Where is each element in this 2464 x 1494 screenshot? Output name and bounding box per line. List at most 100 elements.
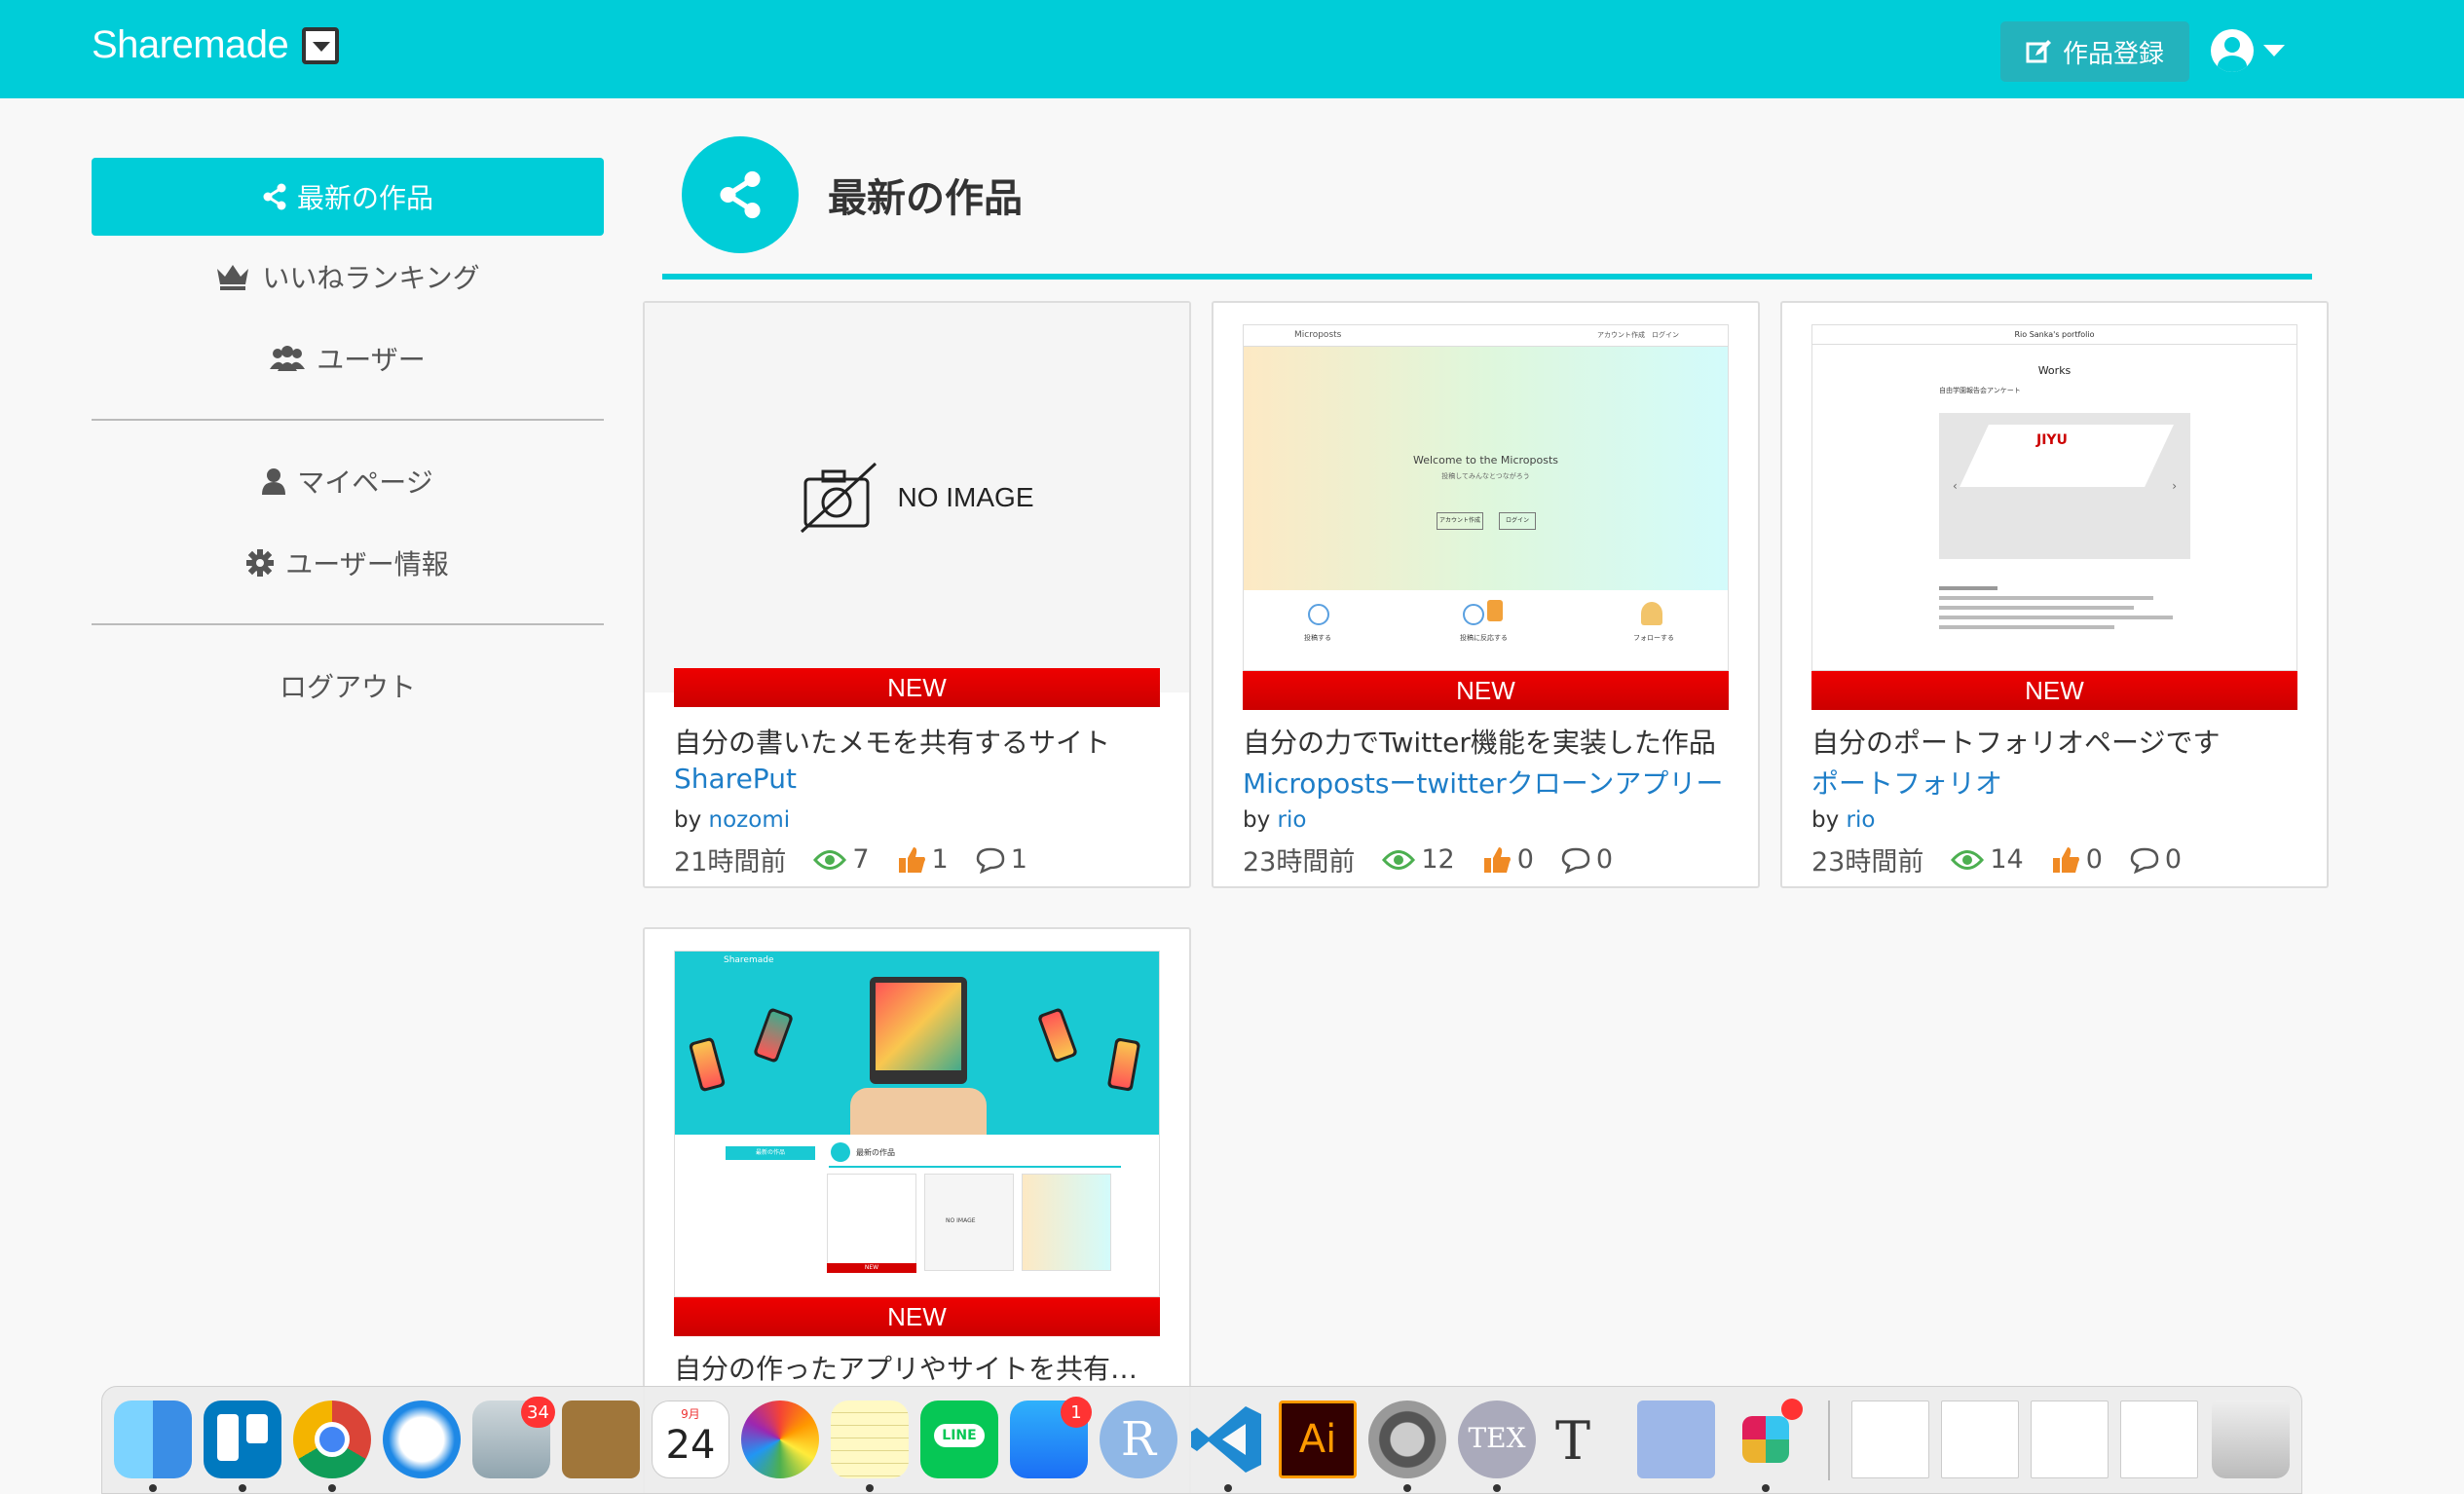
- work-card[interactable]: Microposts アカウント作成 ログイン Welcome to the M…: [1212, 301, 1760, 888]
- work-stats: 23時間前 12 0 0: [1243, 840, 1613, 878]
- notification-badge: 1: [1061, 1397, 1092, 1428]
- shot-feature: 投稿する: [1304, 634, 1331, 642]
- work-description: 自分の作ったアプリやサイトを共有…: [674, 1353, 1139, 1385]
- sidebar-item-latest[interactable]: 最新の作品: [92, 158, 604, 236]
- texshop-icon[interactable]: T: [1548, 1401, 1625, 1478]
- comment-count: 0: [1595, 844, 1614, 875]
- chrome-icon[interactable]: [293, 1401, 371, 1478]
- shot-hero-sub: 投稿してみんなとつながろう: [1441, 472, 1530, 480]
- like-count: 1: [931, 844, 949, 875]
- no-image-label: NO IMAGE: [897, 482, 1034, 512]
- posted-time: 23時間前: [1811, 847, 1924, 878]
- sidebar-item-label: ユーザー情報: [285, 548, 449, 580]
- author-link[interactable]: nozomi: [709, 807, 791, 833]
- tex2img-icon[interactable]: [1637, 1401, 1715, 1478]
- sidebar-item-label: 最新の作品: [296, 182, 433, 214]
- page-header: 最新の作品: [682, 136, 1023, 253]
- tex-label: TEX: [1468, 1422, 1526, 1454]
- divider: [92, 419, 604, 421]
- by-label: by: [1243, 807, 1271, 833]
- work-thumbnail: Rio Sanka's portfolio Works 自由学園報告会アンケート…: [1811, 324, 2297, 671]
- thumbs-up-icon: [2052, 846, 2079, 873]
- trello-icon[interactable]: [204, 1401, 281, 1478]
- divider: [92, 623, 604, 625]
- shot-features: 投稿する 投稿に反応する フォローする: [1244, 590, 1728, 670]
- shot-hero: Sharemade: [675, 952, 1159, 1135]
- work-title-link[interactable]: ポートフォリオ: [1811, 763, 2002, 802]
- sidebar-item-users[interactable]: ユーザー: [92, 317, 604, 399]
- running-indicator: [328, 1484, 336, 1492]
- by-label: by: [674, 807, 702, 833]
- line-label: LINE: [920, 1424, 998, 1447]
- shot-brand: Microposts: [1294, 330, 1342, 340]
- window-thumbnail[interactable]: [1941, 1401, 2019, 1478]
- tex-icon[interactable]: TEX: [1458, 1401, 1536, 1478]
- calendar-icon[interactable]: 9月 24: [652, 1401, 729, 1478]
- sidebar-item-logout[interactable]: ログアウト: [92, 645, 604, 727]
- shot-body: 最新の作品 最新の作品 NO IMAGE NEW: [675, 1135, 1159, 1296]
- shot-details: [1939, 580, 2190, 658]
- work-stats: 21時間前 7 1 1: [674, 840, 1027, 878]
- brand-name[interactable]: Sharemade: [92, 23, 289, 67]
- work-description: 自分の力でTwitter機能を実装した作品: [1243, 727, 1716, 759]
- author-link[interactable]: rio: [1847, 807, 1876, 833]
- vscode-icon[interactable]: [1189, 1401, 1267, 1478]
- running-indicator: [1493, 1484, 1501, 1492]
- caret-down-icon[interactable]: [2263, 45, 2285, 56]
- work-card[interactable]: NO IMAGE NEW 自分の書いたメモを共有するサイト SharePut b…: [643, 301, 1191, 888]
- work-title-link[interactable]: Micropostsーtwitterクローンアプリー: [1243, 763, 1723, 802]
- shot-hero-title: Welcome to the Microposts: [1413, 454, 1558, 467]
- share-icon: [263, 183, 286, 210]
- line-icon[interactable]: LINE: [920, 1401, 998, 1478]
- author-link[interactable]: rio: [1278, 807, 1307, 833]
- window-thumbnail[interactable]: [2120, 1401, 2198, 1478]
- window-thumbnail[interactable]: [1851, 1401, 1929, 1478]
- finder-icon[interactable]: [114, 1401, 192, 1478]
- safari-icon[interactable]: [383, 1401, 461, 1478]
- brand[interactable]: Sharemade: [92, 23, 340, 67]
- shot-btn2: ログイン: [1499, 512, 1536, 530]
- header-underline: [662, 274, 2312, 280]
- shot-nav: アカウント作成 ログイン: [1597, 331, 1679, 339]
- photos-icon[interactable]: [741, 1401, 819, 1478]
- work-stats: 23時間前 14 0 0: [1811, 840, 2182, 878]
- contacts-icon[interactable]: [562, 1401, 640, 1478]
- brand-dropdown-icon[interactable]: [302, 26, 340, 64]
- window-thumbnail[interactable]: [2031, 1401, 2109, 1478]
- gear-icon: [246, 549, 275, 577]
- sidebar-item-ranking[interactable]: いいねランキング: [92, 236, 604, 317]
- page-title: 最新の作品: [828, 176, 1023, 221]
- notes-icon[interactable]: [831, 1401, 909, 1478]
- sidebar-item-user-info[interactable]: ユーザー情報: [92, 522, 604, 604]
- eye-icon: [813, 849, 847, 870]
- post-work-button[interactable]: 作品登録: [2000, 21, 2189, 82]
- screenshot-portfolio: Rio Sanka's portfolio Works 自由学園報告会アンケート…: [1812, 325, 2296, 670]
- dock-separator: [1828, 1401, 1830, 1480]
- by-label: by: [1811, 807, 1840, 833]
- sidebar-item-mypage[interactable]: マイページ: [92, 440, 604, 522]
- shot-btn1: アカウント作成: [1437, 512, 1483, 530]
- shot-works: Works: [2037, 364, 2072, 377]
- trash-icon[interactable]: [2212, 1401, 2290, 1478]
- comment-icon: [976, 847, 1004, 874]
- posted-time: 23時間前: [1243, 847, 1356, 878]
- work-author: by rio: [1811, 807, 1875, 833]
- new-badge: NEW: [1811, 671, 2297, 710]
- illustrator-icon[interactable]: Ai: [1279, 1401, 1357, 1478]
- work-title-link[interactable]: SharePut: [674, 763, 797, 795]
- user-avatar-icon[interactable]: [2211, 29, 2254, 72]
- user-menu[interactable]: [2211, 29, 2285, 72]
- new-badge: NEW: [1243, 671, 1729, 710]
- like-count: 0: [1516, 844, 1534, 875]
- screenshot-microposts: Microposts アカウント作成 ログイン Welcome to the M…: [1244, 325, 1728, 670]
- shot-carousel: JIYU ‹ ›: [1939, 413, 2190, 559]
- sidebar-item-label: ログアウト: [279, 671, 416, 703]
- post-work-label: 作品登録: [2062, 39, 2164, 69]
- r-icon[interactable]: R: [1100, 1401, 1177, 1478]
- shot-feature: フォローする: [1633, 634, 1674, 642]
- work-author: by rio: [1243, 807, 1306, 833]
- notification-badge: 34: [521, 1397, 555, 1428]
- work-card[interactable]: Rio Sanka's portfolio Works 自由学園報告会アンケート…: [1780, 301, 2329, 888]
- users-icon: [270, 346, 306, 371]
- system-preferences-icon[interactable]: [1368, 1401, 1446, 1478]
